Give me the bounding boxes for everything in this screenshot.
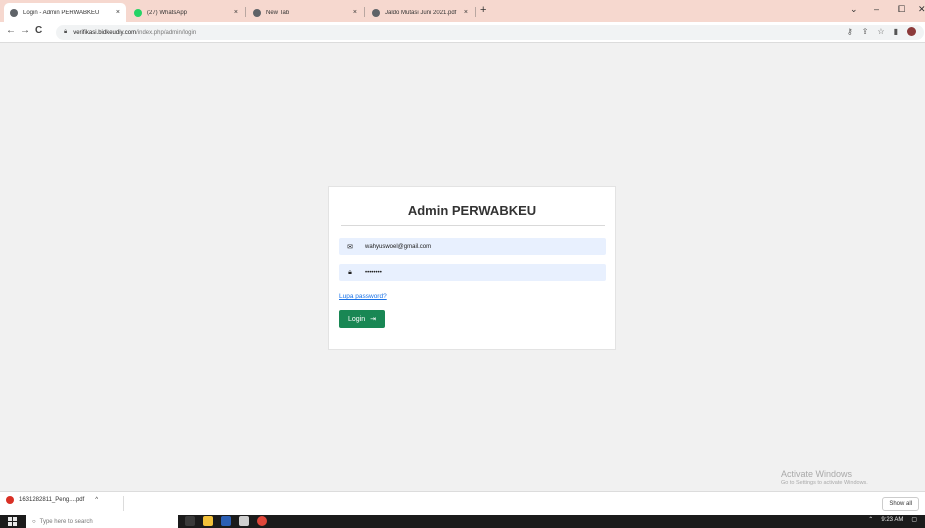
close-icon[interactable]: × [464,9,468,16]
system-tray: ⌃ 9:23 AM ▢ [868,516,917,524]
chevron-up-icon[interactable]: ^ [95,497,98,503]
share-icon[interactable]: ⇪ [862,27,869,36]
show-all-button[interactable]: Show all [882,497,919,511]
tab-divider [475,7,476,17]
toolbar: ← → C 🔒︎ verifikasi.bidkeudiy.com/index.… [0,22,925,43]
lock-icon: 🔒︎ [348,268,352,276]
forward-button[interactable]: → [20,25,30,36]
tab-search-icon[interactable]: ⌄ [850,4,858,15]
file-explorer-icon[interactable] [203,516,213,526]
taskbar-search-input[interactable]: ○ Type here to search [26,515,178,528]
globe-icon [372,8,380,17]
sidepanel-icon[interactable]: ▮ [894,27,898,36]
download-bar: 1631282811_Peng....pdf ^ Show all [0,491,925,515]
tab-label: (27) WhatsApp [147,9,188,16]
key-icon[interactable]: ⚷ [847,27,853,36]
pdf-icon [6,496,14,504]
windows-taskbar: ○ Type here to search ⌃ 9:23 AM ▢ [0,515,925,528]
activate-windows-watermark: Activate Windows Go to Settings to activ… [781,469,868,486]
login-card: Admin PERWABKEU ✉ wahyuswoel@gmail.com 🔒… [328,186,616,350]
minimize-button[interactable]: – [874,4,879,14]
envelope-icon: ✉ [347,243,353,251]
tab-divider [245,7,246,17]
tab-label: New Tab [266,9,290,16]
email-field[interactable]: ✉ wahyuswoel@gmail.com [339,238,606,255]
divider [341,225,605,226]
sign-in-icon: ⇥ [370,316,376,323]
watermark-subtitle: Go to Settings to activate Windows. [781,480,868,486]
chrome-icon [253,8,261,17]
watermark-title: Activate Windows [781,469,853,479]
search-placeholder: Type here to search [39,518,93,525]
email-value: wahyuswoel@gmail.com [365,243,432,250]
avatar[interactable] [907,27,916,36]
maximize-button[interactable]: ⧠ [898,4,905,15]
tab-pdf[interactable]: Jaldo Mutasi Juni 2021.pdf × [366,3,474,22]
page-title: Admin PERWABKEU [407,203,537,218]
tab-bar: Login - Admin PERWABKEU × (27) WhatsApp … [0,0,925,22]
word-icon[interactable] [221,516,231,526]
tab-label: Login - Admin PERWABKEU [23,9,100,16]
close-window-button[interactable]: ✕ [918,4,925,15]
globe-icon [10,8,18,17]
close-icon[interactable]: × [116,9,120,16]
notification-icon[interactable]: ▢ [911,516,917,523]
password-value: •••••••• [365,269,382,276]
chrome-icon[interactable] [257,516,267,526]
search-icon: ○ [32,518,36,525]
clock[interactable]: 9:23 AM [881,517,903,523]
windows-start-icon[interactable] [8,517,17,526]
close-icon[interactable]: × [234,9,238,16]
url-host: verifikasi.bidkeudiy.com [73,29,137,36]
reload-button[interactable]: C [35,25,42,36]
tab-divider [364,7,365,17]
download-divider [123,496,124,511]
address-actions: ⚷ ⇪ ☆ ▮ [847,27,916,36]
download-item[interactable]: 1631282811_Peng....pdf ^ [6,496,98,504]
download-filename: 1631282811_Peng....pdf [19,497,85,503]
settings-icon[interactable] [239,516,249,526]
back-button[interactable]: ← [6,25,16,36]
forgot-password-link[interactable]: Lupa password? [339,293,387,300]
star-icon[interactable]: ☆ [877,27,884,36]
url-path: /index.php/admin/login [136,29,197,36]
new-tab-button[interactable]: + [480,4,486,16]
tab-admin-login[interactable]: Login - Admin PERWABKEU × [4,3,126,22]
network-icon[interactable]: ⌃ [868,516,873,523]
tab-new-tab[interactable]: New Tab × [247,3,363,22]
whatsapp-icon [134,8,142,17]
lock-icon: 🔒︎ [64,29,68,35]
password-field[interactable]: 🔒︎ •••••••• [339,264,606,281]
close-icon[interactable]: × [353,9,357,16]
login-label: Login [347,315,366,323]
tab-whatsapp[interactable]: (27) WhatsApp × [128,3,244,22]
address-bar[interactable]: 🔒︎ verifikasi.bidkeudiy.com/index.php/ad… [56,25,924,40]
tab-label: Jaldo Mutasi Juni 2021.pdf [385,9,457,16]
taskbar-apps [185,516,267,526]
task-view-icon[interactable] [185,516,195,526]
login-button[interactable]: Login ⇥ [339,310,385,328]
